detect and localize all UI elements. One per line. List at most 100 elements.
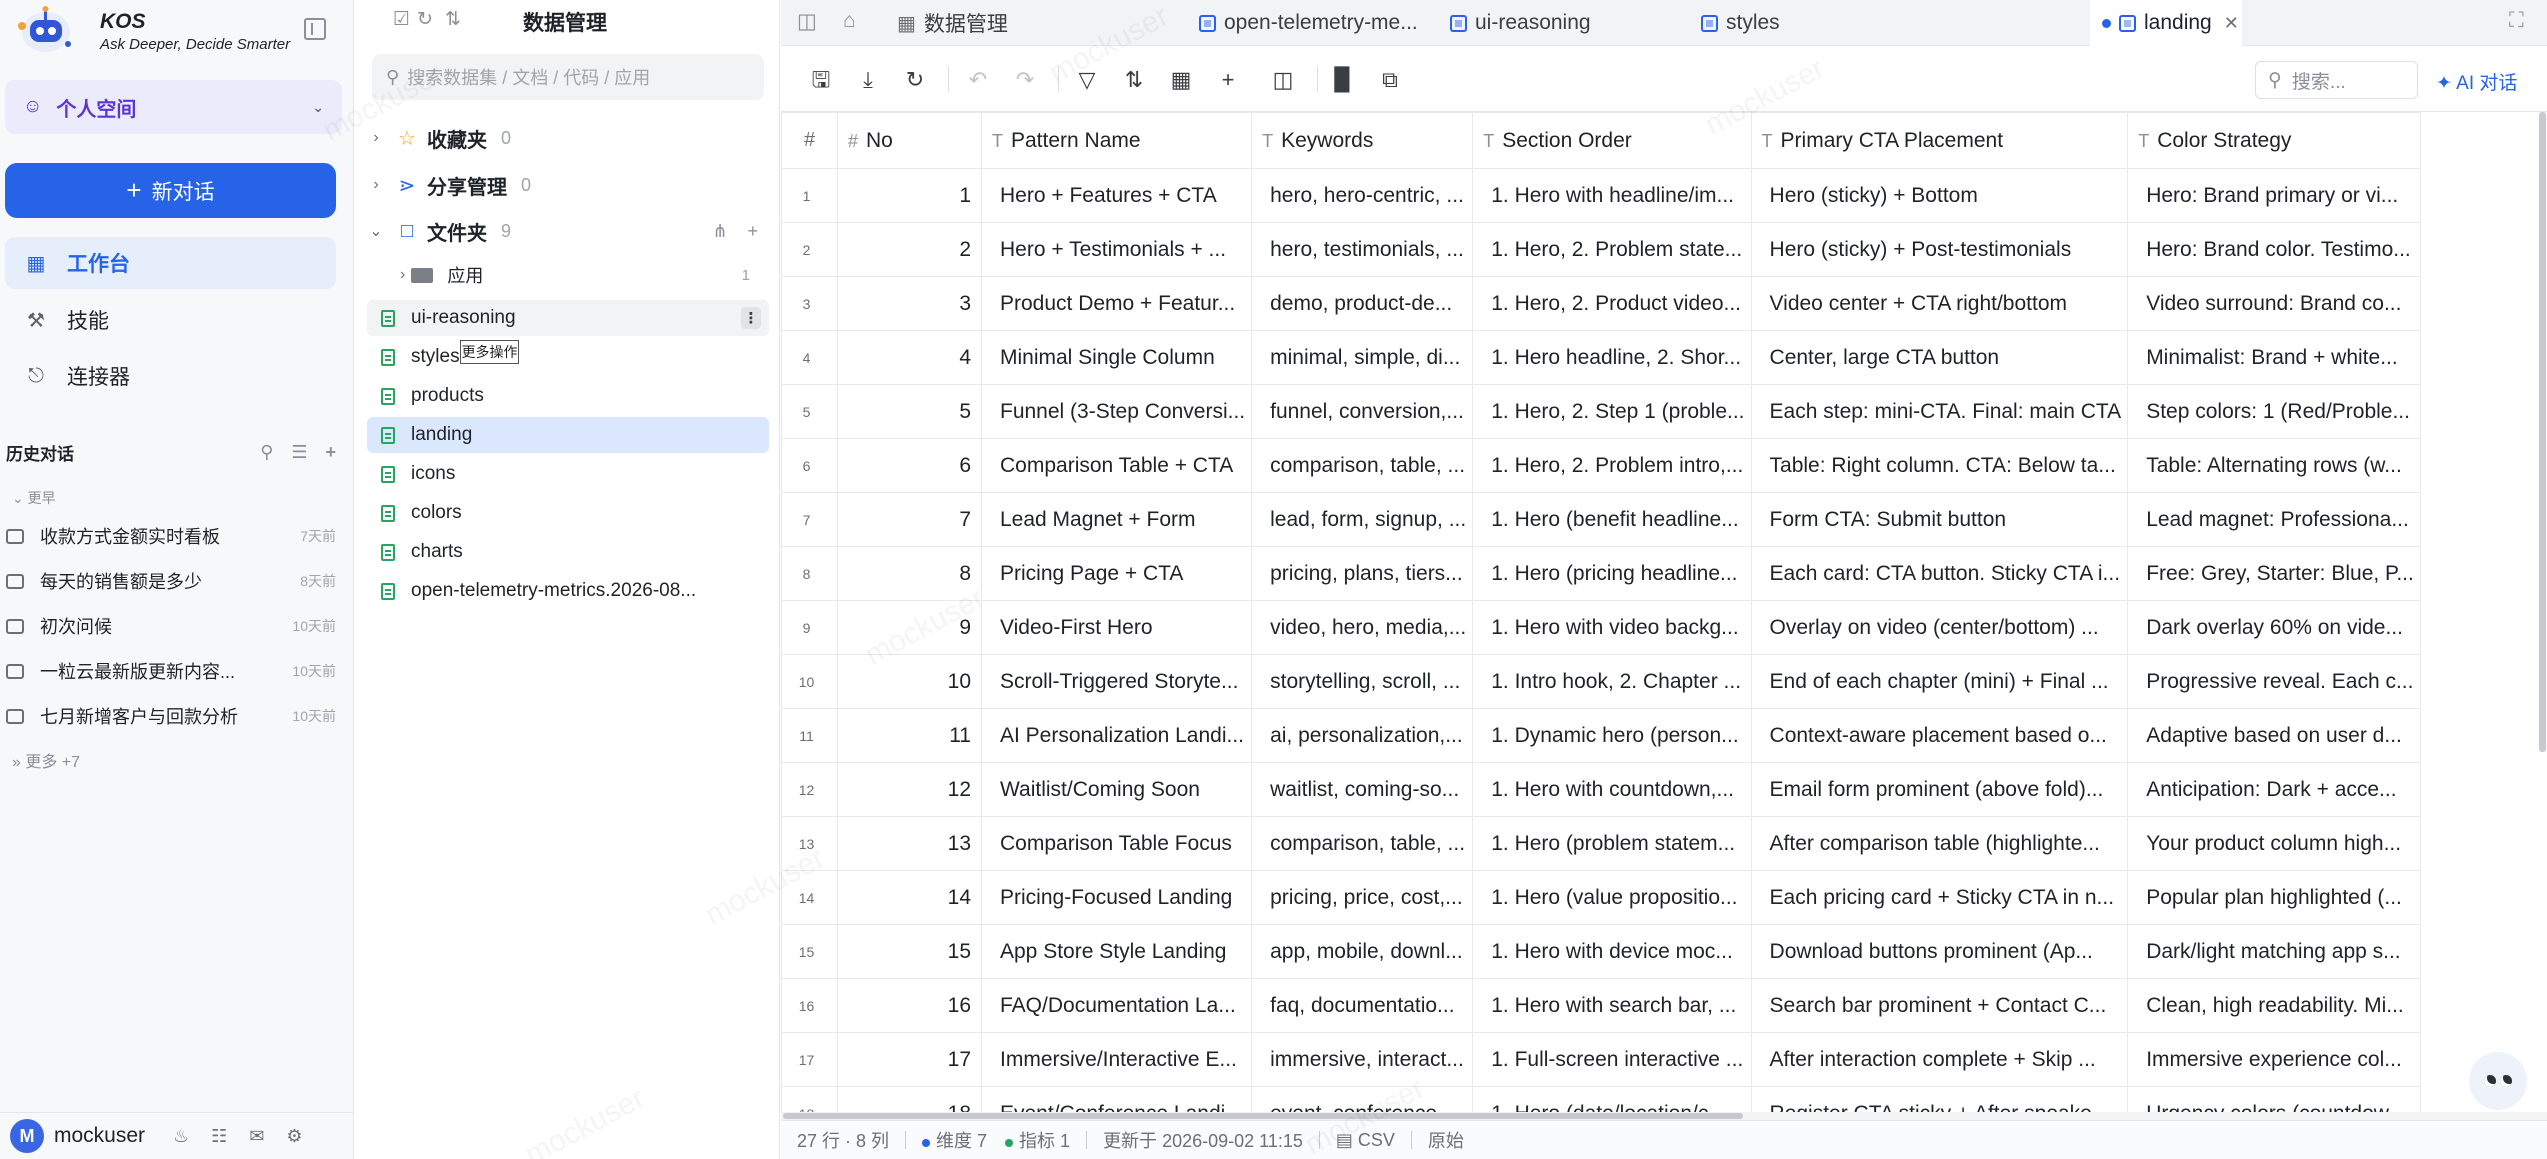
table-cell[interactable]: comparison, table, ... [1251, 438, 1474, 493]
row-number-cell[interactable]: 9 [781, 600, 838, 655]
column-header[interactable]: T Keywords [1251, 112, 1474, 169]
table-cell[interactable]: 1. Hero (problem statem... [1472, 816, 1752, 871]
table-cell[interactable]: 1. Full-screen interactive ... [1472, 1032, 1752, 1087]
undo-icon[interactable]: ↶ [964, 66, 992, 94]
table-cell[interactable]: 1. Hero with device moc... [1472, 924, 1752, 979]
sort-icon[interactable]: ⇅ [445, 8, 461, 31]
table-cell[interactable]: waitlist, coming-so... [1251, 762, 1474, 817]
row-number-cell[interactable]: 17 [781, 1032, 838, 1087]
table-cell[interactable]: 1. Hero (date/location/c... [1472, 1086, 1752, 1112]
settings-gear-icon[interactable]: ⚙ [286, 1126, 302, 1147]
copy-icon[interactable]: ⧉ [1376, 66, 1404, 94]
file-item[interactable]: charts [367, 534, 769, 570]
new-chat-button[interactable]: + 新对话 [5, 163, 336, 218]
table-cell[interactable]: 4 [837, 330, 982, 385]
table-cell[interactable]: Your product column high... [2127, 816, 2421, 871]
table-cell[interactable]: Lead magnet: Professiona... [2127, 492, 2421, 547]
table-cell[interactable]: ai, personalization,... [1251, 708, 1474, 763]
table-row[interactable]: 16 16 FAQ/Documentation La... faq, document… [781, 978, 2421, 1033]
filter-icon[interactable]: ▽ [1073, 66, 1101, 94]
add-row-icon[interactable]: + [1214, 66, 1242, 94]
table-cell[interactable]: 1. Hero (pricing headline... [1472, 546, 1752, 601]
table-cell[interactable]: Context-aware placement based o... [1750, 708, 2129, 763]
data-search-input[interactable]: ⚲ 搜索数据集 / 文档 / 代码 / 应用 [372, 54, 764, 100]
table-cell[interactable]: Hero + Testimonials + ... [980, 222, 1253, 277]
file-item-selected[interactable]: landing [367, 417, 769, 453]
tab-ui-reasoning[interactable]: ui-reasoning [1438, 0, 1688, 46]
table-cell[interactable]: immersive, interact... [1251, 1032, 1474, 1087]
table-row[interactable]: 11 11 AI Personalization Landi... ai, perso… [781, 708, 2421, 763]
table-row[interactable]: 10 10 Scroll-Triggered Storyte... storytell… [781, 654, 2421, 709]
table-row[interactable]: 15 15 App Store Style Landing app, mobile, … [781, 924, 2421, 979]
table-cell[interactable]: video, hero, media,... [1251, 600, 1474, 655]
view-mode[interactable]: 原始 [1428, 1127, 1464, 1153]
table-cell[interactable]: Comparison Table + CTA [980, 438, 1253, 493]
row-number-cell[interactable]: 16 [781, 978, 838, 1033]
table-cell[interactable]: faq, documentatio... [1251, 978, 1474, 1033]
tree-folders[interactable]: ⌄ □ 文件夹 9 ⋔ + [365, 213, 770, 249]
scrollbar-thumb[interactable] [783, 1113, 1743, 1119]
row-number-cell[interactable]: 3 [781, 276, 838, 331]
table-cell[interactable]: Immersive/Interactive E... [980, 1032, 1253, 1087]
table-cell[interactable]: 1. Hero, 2. Problem intro,... [1472, 438, 1752, 493]
home-icon[interactable]: ⌂ [843, 9, 856, 33]
file-item[interactable]: products [367, 378, 769, 414]
table-cell[interactable]: Table: Alternating rows (w... [2127, 438, 2421, 493]
personal-space-selector[interactable]: ☺ 个人空间 ⌄ [5, 80, 342, 134]
table-cell[interactable]: Dark/light matching app s... [2127, 924, 2421, 979]
table-cell[interactable]: Pricing Page + CTA [980, 546, 1253, 601]
column-header[interactable]: T Color Strategy [2127, 112, 2421, 169]
checklist-icon[interactable]: ☑ [393, 8, 410, 31]
row-number-cell[interactable]: 1 [781, 168, 838, 223]
table-cell[interactable]: Center, large CTA button [1750, 330, 2129, 385]
file-item[interactable]: open-telemetry-metrics.2026-08... [367, 573, 769, 609]
layers-icon[interactable]: ☰ [291, 442, 307, 463]
row-number-cell[interactable]: 6 [781, 438, 838, 493]
nav-item-connectors[interactable]: ⎋ 连接器 [5, 350, 336, 402]
history-item[interactable]: 每天的销售额是多少 8天前 [6, 561, 336, 601]
table-cell[interactable]: demo, product-de... [1251, 276, 1474, 331]
table-cell[interactable]: 1. Hero with video backg... [1472, 600, 1752, 655]
table-cell[interactable]: Hero + Features + CTA [980, 168, 1253, 223]
table-search-input[interactable]: ⚲ 搜索... [2255, 61, 2418, 99]
table-row[interactable]: 4 4 Minimal Single Column minimal, simple, … [781, 330, 2421, 385]
columns-icon[interactable]: ◫ [1269, 66, 1297, 94]
avatar[interactable]: M [10, 1119, 44, 1153]
file-item[interactable]: ui-reasoning ⋮ [367, 300, 769, 336]
table-cell[interactable]: Each pricing card + Sticky CTA in n... [1750, 870, 2129, 925]
table-cell[interactable]: pricing, price, cost,... [1251, 870, 1474, 925]
table-cell[interactable]: 18 [837, 1086, 982, 1112]
add-icon[interactable]: + [747, 221, 758, 242]
table-cell[interactable]: hero, testimonials, ... [1251, 222, 1474, 277]
table-cell[interactable]: app, mobile, downl... [1251, 924, 1474, 979]
table-cell[interactable]: 8 [837, 546, 982, 601]
table-cell[interactable]: Urgency colors (countdow... [2127, 1086, 2421, 1112]
history-item[interactable]: 初次问候 10天前 [6, 606, 336, 646]
search-icon[interactable]: ⚲ [260, 442, 273, 463]
add-icon[interactable]: + [325, 442, 336, 463]
table-cell[interactable]: Product Demo + Featur... [980, 276, 1253, 331]
tab-styles[interactable]: styles [1689, 0, 1939, 46]
message-icon[interactable]: ✉ [249, 1126, 264, 1147]
table-row[interactable]: 5 5 Funnel (3-Step Conversi... funnel, conv… [781, 384, 2421, 439]
table-cell[interactable]: 1. Hero, 2. Product video... [1472, 276, 1752, 331]
table-row[interactable]: 8 8 Pricing Page + CTA pricing, plans, tier… [781, 546, 2421, 601]
table-cell[interactable]: 1. Hero with headline/im... [1472, 168, 1752, 223]
table-cell[interactable]: 2 [837, 222, 982, 277]
bar-chart-icon[interactable]: ▉ [1329, 66, 1357, 94]
table-row[interactable]: 1818Event/Conference Landi...event, conf… [781, 1086, 2421, 1112]
table-cell[interactable]: Overlay on video (center/bottom) ... [1750, 600, 2129, 655]
table-cell[interactable]: Clean, high readability. Mi... [2127, 978, 2421, 1033]
table-cell[interactable]: Popular plan highlighted (... [2127, 870, 2421, 925]
table-cell[interactable]: After interaction complete + Skip ... [1750, 1032, 2129, 1087]
table-cell[interactable]: Minimalist: Brand + white... [2127, 330, 2421, 385]
sidebar-collapse-icon[interactable] [304, 18, 326, 40]
more-actions-icon[interactable]: ⋮ [741, 307, 761, 329]
tab-data-manager[interactable]: ▦ 数据管理 [885, 0, 1085, 46]
tab-open-telemetry[interactable]: open-telemetry-me... [1187, 0, 1437, 46]
history-group-label[interactable]: ⌄ 更早 [12, 488, 56, 508]
user-name[interactable]: mockuser [54, 1124, 145, 1148]
tab-landing[interactable]: landing ✕ [2090, 0, 2242, 46]
history-item[interactable]: 一粒云最新版更新内容... 10天前 [6, 651, 336, 691]
table-cell[interactable]: Each card: CTA button. Sticky CTA i... [1750, 546, 2129, 601]
